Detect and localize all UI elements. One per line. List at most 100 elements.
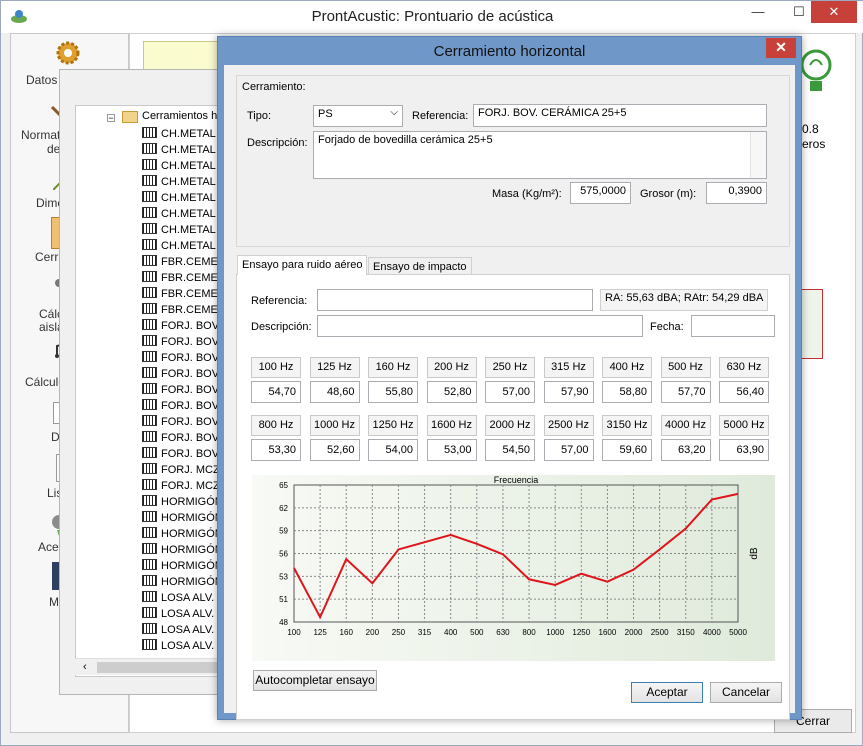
tree-item-label: CH.METAL [161,128,216,140]
tree-item-label: CH.METAL [161,160,216,172]
tree-item[interactable]: FORJ. BOV. [142,350,221,366]
frequency-header: 200 Hz [426,357,477,378]
tree-item[interactable]: HORMIGÓN [142,510,223,526]
frequency-value-input[interactable]: 63,90 [719,439,769,461]
tree-item[interactable]: LOSA ALV. [142,590,214,606]
frequency-value-input[interactable]: 52,80 [426,381,477,403]
tree-item[interactable]: FORJ. MCZO [142,478,224,494]
nav-label-datos[interactable]: Datos [26,73,57,87]
tree-item[interactable]: FORJ. BOV. [142,318,221,334]
tree-item[interactable]: CH.METAL [142,174,216,190]
dialog-title: Cerramiento horizontal [433,43,586,60]
cerramientos-tree[interactable]: − Cerramientos ho CH.METAL CH.METAL CH.MET… [75,105,225,677]
descripcion-textarea[interactable]: Forjado de bovedilla cerámica 25+5 [313,131,767,179]
x-tick-label: 3150 [677,628,695,637]
tree-item[interactable]: FBR.CEMEN [142,254,224,270]
autocompletar-button[interactable]: Autocompletar ensayo [253,670,377,691]
frequency-value-input[interactable]: 52,60 [309,439,360,461]
ensayo-referencia-input[interactable] [317,289,593,311]
tree-item[interactable]: LOSA ALV. [142,638,214,654]
main-title-bar: ProntAcustic: Prontuario de acústica — ☐… [1,1,863,33]
tree-item[interactable]: HORMIGÓN [142,574,223,590]
fecha-input[interactable] [691,315,775,337]
frequency-value-input[interactable]: 57,70 [660,381,711,403]
tree-item[interactable]: HORMIGÓN [142,526,223,542]
layers-icon [142,207,157,218]
frequency-header: 1600 Hz [426,415,477,436]
tree-item[interactable]: FORJ. MCZO [142,462,224,478]
dialog-frame: Cerramiento horizontal ✕ Cerramiento: Ti… [218,37,801,720]
tree-item-label: FORJ. BOV. [161,432,222,444]
nav-label-normat[interactable]: Normat [21,128,60,142]
minimize-button[interactable]: — [745,1,771,23]
textarea-scrollbar[interactable] [750,132,766,178]
referencia-label: Referencia: [412,110,469,122]
layers-icon [142,623,157,634]
app-close-button[interactable]: ✕ [811,1,857,23]
tree-item[interactable]: FORJ. BOV. [142,382,221,398]
tree-horizontal-scrollbar[interactable]: ‹ [75,658,225,675]
tree-item[interactable]: HORMIGÓN [142,542,223,558]
tree-item[interactable]: CH.METAL [142,206,216,222]
tree-item[interactable]: FBR.CEMEN [142,302,224,318]
tree-item[interactable]: FORJ. BOV. [142,366,221,382]
tree-item-label: FORJ. BOV. [161,384,222,396]
tree-item[interactable]: FBR.CEMEN [142,286,224,302]
frequency-value-input[interactable]: 54,70 [251,381,301,403]
nav-label-m[interactable]: M [49,595,59,609]
frequency-value-input[interactable]: 53,00 [426,439,477,461]
aceptar-button[interactable]: Aceptar [631,682,703,703]
frequency-value-input[interactable]: 57,00 [543,439,594,461]
frequency-value-input[interactable]: 48,60 [309,381,360,403]
tree-item[interactable]: FORJ. BOV. [142,334,221,350]
tree-item[interactable]: LOSA ALV. [142,606,214,622]
scroll-left-icon[interactable]: ‹ [83,661,87,673]
tree-item[interactable]: HORMIGÓN [142,494,223,510]
frequency-value-input[interactable]: 59,60 [602,439,652,461]
x-tick-label: 800 [522,628,536,637]
tree-item[interactable]: FORJ. BOV. [142,398,221,414]
tree-item[interactable]: CH.METAL [142,158,216,174]
dialog-close-button[interactable]: ✕ [766,38,796,58]
frequency-value-input[interactable]: 57,90 [543,381,594,403]
grosor-input[interactable]: 0,3900 [706,182,767,204]
tree-collapse-icon[interactable]: − [107,114,115,123]
frequency-chart: 100 125 160 200 250 315 400 500 630 800 1000 1250 16… [252,475,775,661]
tree-item[interactable]: CH.METAL [142,142,216,158]
frequency-value-input[interactable]: 57,00 [485,381,535,403]
tree-item[interactable]: LOSA ALV. [142,622,214,638]
chevron-down-icon[interactable]: ⌵ [390,107,398,118]
grosor-label: Grosor (m): [640,188,697,200]
frequency-header: 400 Hz [602,357,652,378]
frequency-value-input[interactable]: 55,80 [368,381,418,403]
tree-item[interactable]: CH.METAL [142,126,216,142]
frequency-value-input[interactable]: 53,30 [251,439,301,461]
tree-item[interactable]: HORMIGÓN [142,558,223,574]
tipo-select[interactable]: PS ⌵ [313,105,403,127]
frequency-value-input[interactable]: 54,00 [368,439,418,461]
tree-item[interactable]: FORJ. BOV. [142,446,221,462]
tree-item[interactable]: FORJ. BOV. [142,414,221,430]
frequency-value-input[interactable]: 56,40 [719,381,769,403]
tab-ruido-aereo[interactable]: Ensayo para ruido aéreo [237,255,368,275]
scroll-thumb[interactable] [97,662,217,673]
tree-item[interactable]: CH.METAL [142,238,216,254]
tree-item-label: FORJ. BOV. [161,320,222,332]
maximize-button[interactable]: ☐ [786,1,812,23]
cancelar-button[interactable]: Cancelar [710,682,782,703]
gear-icon[interactable] [55,40,81,66]
layers-icon [142,543,157,554]
ensayo-descripcion-input[interactable] [317,315,643,337]
tree-item-label: CH.METAL [161,240,216,252]
referencia-input[interactable]: FORJ. BOV. CERÁMICA 25+5 [473,104,767,127]
frequency-value-input[interactable]: 54,50 [485,439,535,461]
frequency-value-input[interactable]: 63,20 [660,439,711,461]
tree-root-label[interactable]: Cerramientos ho [142,110,223,122]
tree-item[interactable]: FORJ. BOV. [142,430,221,446]
tree-item[interactable]: CH.METAL [142,190,216,206]
tab-impacto[interactable]: Ensayo de impacto [368,257,472,275]
tree-item[interactable]: FBR.CEMEN [142,270,224,286]
frequency-value-input[interactable]: 58,80 [602,381,652,403]
masa-input[interactable]: 575,0000 [570,182,631,204]
tree-item[interactable]: CH.METAL [142,222,216,238]
